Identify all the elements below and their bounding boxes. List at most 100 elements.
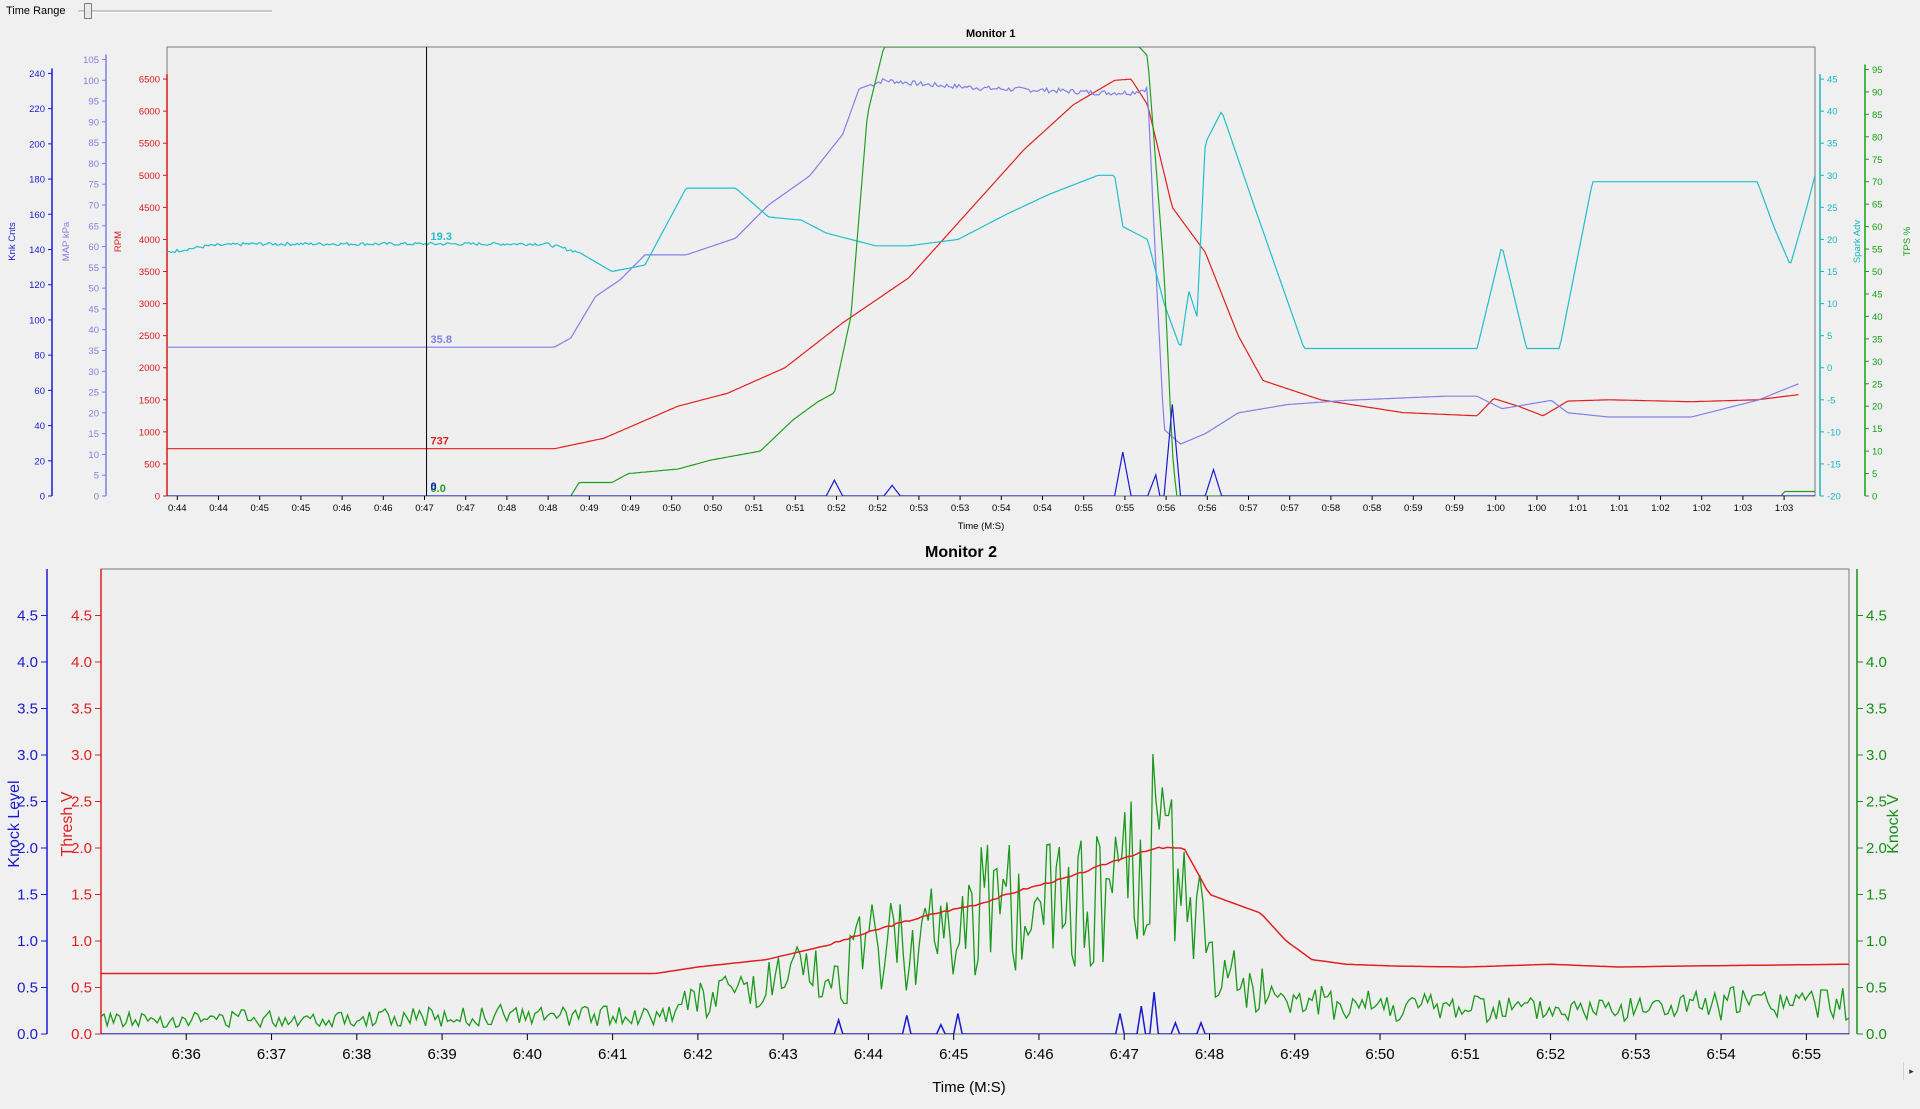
x-tick-label: 6:53 [1621,1046,1650,1063]
x-tick-label: 0:47 [456,503,475,514]
axis-tick-label: 240 [29,69,45,80]
axis-tick-label: 75 [88,180,99,191]
toolbar: Time Range [0,0,1920,24]
axis-tick-label: 20 [88,408,99,419]
x-tick-label: 0:57 [1239,503,1258,514]
x-tick-label: 0:58 [1322,503,1341,514]
x-tick-label: 1:02 [1651,503,1670,514]
axis-tick-label: 10 [1827,299,1838,310]
axis-tick-label: 95 [88,97,99,108]
axis-tick-label: 1000 [139,427,160,438]
scroll-right-arrow[interactable]: ▸ [1903,1062,1919,1080]
axis-tick-label: 1.5 [1866,887,1887,904]
axis-tick-label: 3.5 [1866,701,1887,718]
axis-tick-label: 3500 [139,267,160,278]
axis-tick-label: 1.5 [17,887,38,904]
axis-tick-label: 40 [34,421,45,432]
x-tick-label: 0:51 [786,503,805,514]
monitor-1-axis-spark-adv: -20 -15 -10 -5 0 5 10 15 20 25 30 35 40 45 Spark Adv [1819,74,1863,503]
x-tick-label: 1:01 [1610,503,1629,514]
axis-tick-label: 1500 [139,395,160,406]
x-tick-label: 0:53 [910,503,929,514]
x-tick-label: 0:51 [745,503,764,514]
time-range-label: Time Range [6,5,66,17]
axis-tick-label: 2.0 [1866,840,1887,857]
axis-tick-label: 55 [1872,245,1883,256]
monitor-1-axis-tps-: 0 5 10 15 20 25 30 35 40 45 50 55 60 65 70 75 80 85 90 95 TP… [1864,64,1913,503]
x-tick-label: 6:43 [769,1046,798,1063]
x-tick-label: 0:56 [1157,503,1176,514]
axis-tick-label: 4500 [139,203,160,214]
axis-title: Knock V [1885,794,1902,854]
axis-tick-label: 20 [1827,235,1838,246]
x-tick-label: 6:55 [1792,1046,1821,1063]
axis-tick-label: 0.5 [71,980,92,997]
x-tick-label: 6:50 [1365,1046,1394,1063]
x-tick-label: 0:45 [292,503,311,514]
x-tick-label: 6:40 [513,1046,542,1063]
monitor-1-chart: Monitor 10204060801001201401601802002202… [7,28,1913,532]
monitor-2-chart: Monitor 2 0.0 0.5 1.0 1.5 2.0 2.5 3.0 3.5 4.0 4.5 K… [6,544,1902,1096]
monitor-2-x-axis-title: Time (M:S) [932,1079,1006,1096]
time-range-slider-thumb[interactable] [83,3,92,19]
x-tick-label: 1:00 [1528,503,1547,514]
axis-tick-label: 4.0 [71,654,92,671]
axis-tick-label: 105 [83,55,99,66]
axis-tick-label: 35 [88,346,99,357]
axis-tick-label: 2.5 [1866,794,1887,811]
axis-tick-label: 0.0 [17,1026,38,1043]
monitor-1-axis-map-kpa: 0 5 10 15 20 25 30 35 40 45 50 55 60 65 70 75 80 85 90 95 10… [61,54,107,503]
axis-tick-label: 4.0 [17,654,38,671]
axis-tick-label: 15 [1827,267,1838,278]
axis-tick-label: 90 [1872,87,1883,98]
axis-tick-label: 4.0 [1866,654,1887,671]
x-tick-label: 6:52 [1536,1046,1565,1063]
axis-tick-label: 10 [1872,447,1883,458]
axis-tick-label: 100 [83,76,99,87]
axis-tick-label: 4000 [139,235,160,246]
axis-tick-label: 30 [1827,171,1838,182]
axis-tick-label: -20 [1827,492,1841,503]
axis-tick-label: 30 [1872,357,1883,368]
x-tick-label: 6:46 [1024,1046,1053,1063]
x-tick-label: 0:59 [1445,503,1464,514]
axis-tick-label: 2500 [139,331,160,342]
axis-tick-label: 55 [88,263,99,274]
axis-title: MAP kPa [61,221,72,261]
axis-tick-label: 0 [1872,492,1877,503]
axis-tick-label: 100 [29,315,45,326]
axis-tick-label: 85 [1872,110,1883,121]
axis-tick-label: 60 [34,386,45,397]
x-tick-label: 6:45 [939,1046,968,1063]
axis-tick-label: 45 [1827,75,1838,86]
x-tick-label: 6:54 [1706,1046,1735,1063]
x-tick-label: 6:44 [854,1046,883,1063]
monitor-1-x-axis-title: Time (M:S) [958,521,1005,532]
x-tick-label: 6:41 [598,1046,627,1063]
axis-tick-label: 50 [1872,267,1883,278]
x-tick-label: 1:03 [1775,503,1794,514]
monitor-2-axis-thresh-v: 0.00.51.01.52.02.53.03.54.04.5Thresh V [59,569,102,1043]
x-tick-label: 0:54 [992,503,1011,514]
axis-tick-label: -5 [1827,395,1835,406]
axis-tick-label: 25 [1827,203,1838,214]
x-tick-label: 6:39 [427,1046,456,1063]
x-tick-label: 0:57 [1280,503,1299,514]
axis-tick-label: 3.5 [17,701,38,718]
x-tick-label: 6:48 [1195,1046,1224,1063]
axis-tick-label: 3.0 [17,747,38,764]
x-tick-label: 6:37 [257,1046,286,1063]
axis-tick-label: 3.0 [1866,747,1887,764]
time-range-slider-track[interactable] [78,10,272,13]
x-tick-label: 0:47 [415,503,434,514]
axis-tick-label: 45 [1872,289,1883,300]
axis-tick-label: 0.5 [1866,980,1887,997]
x-tick-label: 0:54 [1033,503,1052,514]
monitor-2-title: Monitor 2 [925,544,997,561]
axis-title: TPS % [1902,226,1913,256]
axis-tick-label: 3000 [139,299,160,310]
x-tick-label: 6:49 [1280,1046,1309,1063]
axis-tick-label: 30 [88,367,99,378]
axis-tick-label: -10 [1827,427,1841,438]
x-tick-label: 0:50 [704,503,723,514]
